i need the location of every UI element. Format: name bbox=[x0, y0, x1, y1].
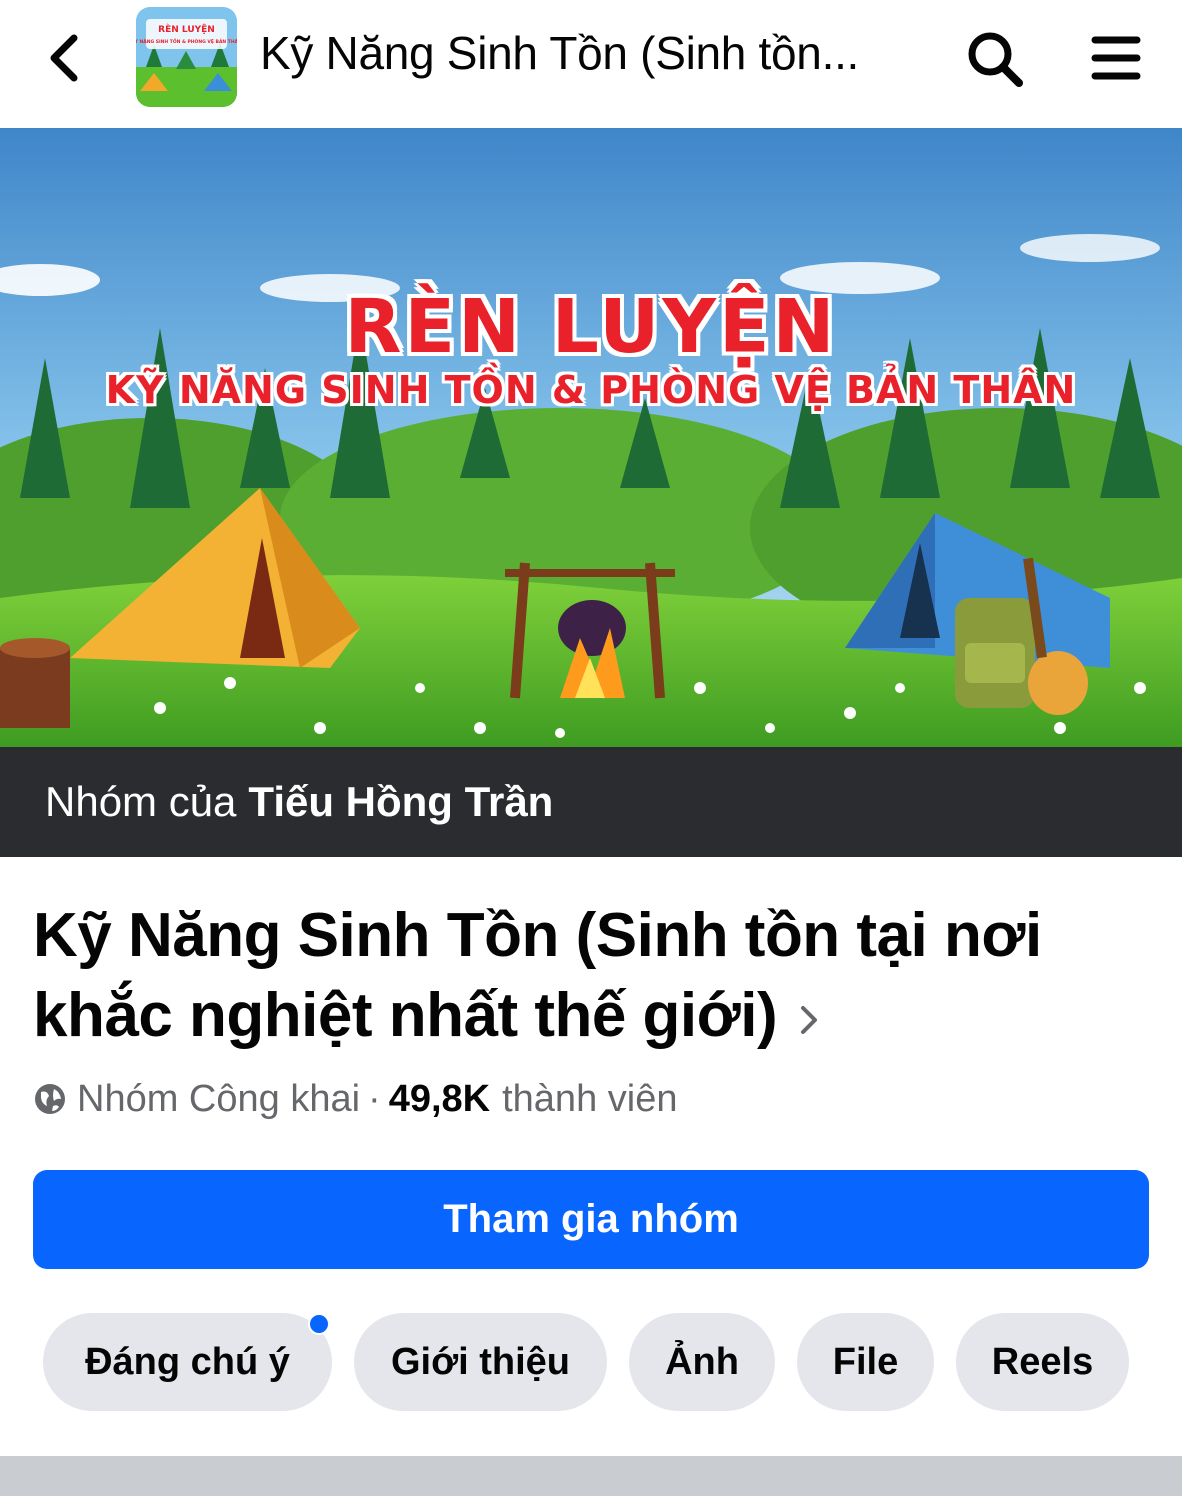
cover-subheadline: KỸ NĂNG SINH TỒN & PHÒNG VỆ BẢN THÂN bbox=[105, 368, 1077, 412]
tab-label: Giới thiệu bbox=[390, 1340, 570, 1383]
hamburger-menu-icon bbox=[1091, 36, 1141, 80]
tab-label: Ảnh bbox=[665, 1340, 739, 1383]
back-button[interactable] bbox=[36, 30, 92, 86]
group-avatar[interactable]: RÈN LUYỆN KỸ NĂNG SINH TỒN & PHÒNG VỆ BẢ… bbox=[136, 7, 237, 107]
owner-name[interactable]: Tiếu Hồng Trần bbox=[248, 778, 553, 826]
cover-photo[interactable]: RÈN LUYỆN KỸ NĂNG SINH TỒN & PHÒNG VỆ BẢ… bbox=[0, 128, 1182, 747]
member-count[interactable]: 49,8K bbox=[389, 1078, 490, 1121]
tab-label: Reels bbox=[991, 1340, 1094, 1383]
tab-label: Đáng chú ý bbox=[85, 1340, 290, 1383]
join-group-button[interactable]: Tham gia nhóm bbox=[33, 1170, 1149, 1269]
chevron-left-icon bbox=[50, 34, 78, 82]
tab-photos[interactable]: Ảnh bbox=[629, 1313, 775, 1411]
search-button[interactable] bbox=[962, 26, 1028, 92]
chevron-right-icon bbox=[801, 1005, 818, 1034]
tab-label: File bbox=[832, 1340, 899, 1383]
tab-reels[interactable]: Reels bbox=[956, 1313, 1129, 1411]
notification-dot bbox=[308, 1313, 330, 1335]
group-title-line1: Kỹ Năng Sinh Tồn (Sinh tồn tại nơi bbox=[33, 901, 1042, 970]
group-title[interactable]: Kỹ Năng Sinh Tồn (Sinh tồn tại nơi khắc … bbox=[33, 896, 1133, 1056]
privacy-label: Nhóm Công khai bbox=[77, 1077, 361, 1120]
separator-dot: · bbox=[368, 1077, 381, 1120]
menu-button[interactable] bbox=[1086, 30, 1146, 86]
header-title[interactable]: Kỹ Năng Sinh Tồn (Sinh tồn... bbox=[260, 26, 900, 80]
section-divider bbox=[0, 1456, 1182, 1496]
member-label[interactable]: thành viên bbox=[502, 1078, 677, 1121]
search-icon bbox=[968, 32, 1023, 87]
cover-headline: RÈN LUYỆN bbox=[344, 284, 838, 370]
avatar-text-line1: RÈN LUYỆN bbox=[158, 23, 215, 35]
group-title-line2-wrap: khắc nghiệt nhất thế giới) bbox=[33, 976, 1133, 1056]
tab-about[interactable]: Giới thiệu bbox=[354, 1313, 607, 1411]
group-title-line2: khắc nghiệt nhất thế giới) bbox=[33, 981, 778, 1050]
top-bar: RÈN LUYỆN KỸ NĂNG SINH TỒN & PHÒNG VỆ BẢ… bbox=[0, 0, 1182, 128]
globe-icon bbox=[33, 1082, 67, 1116]
owner-strip[interactable]: Nhóm của Tiếu Hồng Trần bbox=[0, 747, 1182, 857]
owner-prefix: Nhóm của bbox=[45, 778, 237, 825]
tab-files[interactable]: File bbox=[797, 1313, 934, 1411]
group-meta: Nhóm Công khai · 49,8K thành viên bbox=[33, 1076, 677, 1122]
tab-featured[interactable]: Đáng chú ý bbox=[43, 1313, 332, 1411]
